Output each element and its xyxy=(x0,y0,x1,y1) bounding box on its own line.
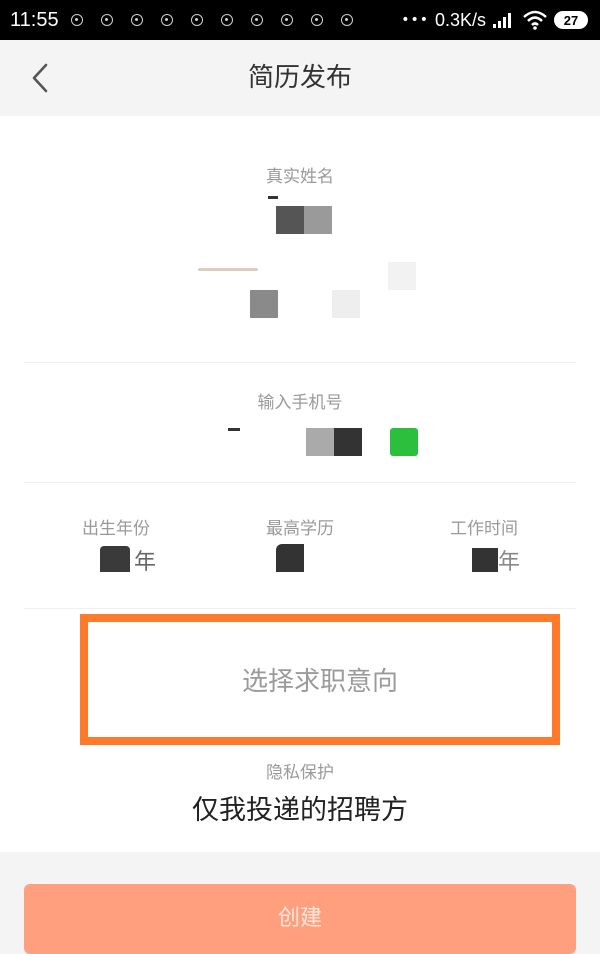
battery-icon: 27 xyxy=(554,11,588,29)
privacy-label: 隐私保护 xyxy=(266,763,334,783)
divider xyxy=(24,482,576,483)
privacy-setting[interactable]: 仅我投递的招聘方 xyxy=(0,788,600,827)
header: 简历发布 xyxy=(0,40,600,116)
status-more: ••• xyxy=(401,12,429,28)
notification-icon xyxy=(280,14,293,26)
work-time-select[interactable]: 年 xyxy=(468,538,548,578)
birth-year-select[interactable]: 年 xyxy=(70,538,180,578)
status-time: 11:55 xyxy=(10,8,59,31)
divider xyxy=(24,362,576,363)
phone-label: 输入手机号 xyxy=(257,393,343,413)
signal-icon xyxy=(493,13,511,28)
work-time-label: 工作时间 xyxy=(450,519,518,539)
education-select[interactable] xyxy=(270,538,340,578)
status-bar: 11:55 ••• 0.3K/s 27 xyxy=(0,0,600,40)
resume-form: 真实姓名 输入手机号 出生年份 最高学历 工作时间 年 年 选择求职意向 隐私保… xyxy=(0,116,600,852)
page-title: 简历发布 xyxy=(247,63,352,93)
notification-icon xyxy=(250,14,263,26)
status-right: ••• 0.3K/s 27 xyxy=(401,10,588,31)
education-label: 最高学历 xyxy=(266,519,334,539)
name-label: 真实姓名 xyxy=(266,167,334,187)
divider xyxy=(24,608,576,609)
create-button[interactable]: 创建 xyxy=(24,884,576,954)
notification-icon xyxy=(160,14,173,26)
phone-input[interactable] xyxy=(180,416,420,466)
notification-icon xyxy=(70,14,83,26)
name-input[interactable] xyxy=(180,190,420,420)
job-intent-placeholder: 选择求职意向 xyxy=(241,667,398,697)
notification-icons xyxy=(70,14,371,26)
wifi-icon xyxy=(523,10,547,30)
notification-icon xyxy=(100,14,113,26)
notification-icon xyxy=(340,14,353,26)
network-speed: 0.3K/s xyxy=(434,9,486,30)
birth-year-suffix: 年 xyxy=(134,550,157,575)
notification-icon xyxy=(130,14,143,26)
work-time-suffix: 年 xyxy=(498,550,521,575)
birth-year-label: 出生年份 xyxy=(82,519,150,539)
notification-icon xyxy=(310,14,323,26)
job-intent-select[interactable]: 选择求职意向 xyxy=(80,614,560,745)
notification-icon xyxy=(220,14,233,26)
notification-icon xyxy=(190,14,203,26)
